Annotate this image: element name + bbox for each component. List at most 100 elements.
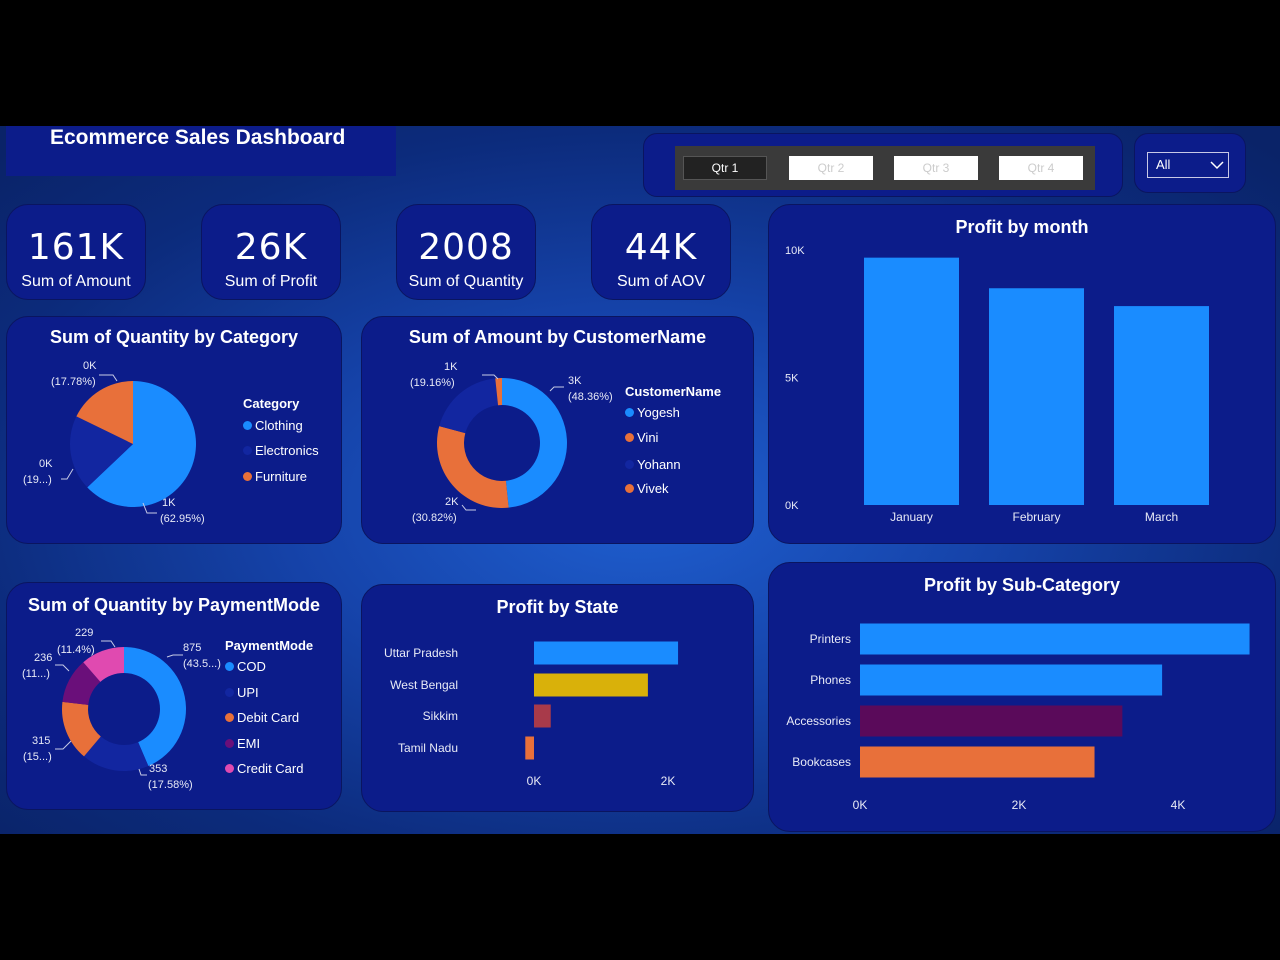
category-label: Phones [810,673,851,687]
legend-swatch [625,433,634,442]
data-label: 0K [39,458,53,470]
legend-item-yohann[interactable]: Yohann [625,457,681,472]
bar-bookcases[interactable] [860,746,1095,778]
legend-item-vini[interactable]: Vini [625,430,658,445]
leader-line [166,654,183,658]
data-label: 3K [568,375,582,387]
bar-sikkim[interactable] [534,704,551,728]
kpi-value: 44K [624,227,698,268]
amount-by-customer-panel: Sum of Amount by CustomerName CustomerNa… [361,316,754,544]
legend-item-upi[interactable]: UPI [225,685,259,700]
legend-item-vivek[interactable]: Vivek [625,481,669,496]
bar-phones[interactable] [860,664,1163,696]
bar-printers[interactable] [860,623,1250,655]
legend-swatch [225,662,234,671]
category-label: Sikkim [423,709,458,723]
data-label: (48.36%) [568,391,613,403]
bar-uttar-pradesh[interactable] [534,641,679,665]
legend-title: CustomerName [625,384,722,399]
kpi-label: Sum of AOV [616,273,706,290]
data-label: 875 [183,642,202,654]
dropdown-value: All [1156,157,1171,172]
profit-by-state-panel: Profit by State Uttar Pradesh West Bengal… [361,584,754,812]
legend-item-furniture[interactable]: Furniture [243,469,307,484]
data-label: (19...) [23,474,52,486]
bar-west-bengal[interactable] [534,673,648,697]
data-label: 315 [32,735,51,747]
data-label: (19.16%) [410,377,455,389]
legend-label: EMI [237,736,261,751]
legend-item-credit-card[interactable]: Credit Card [225,761,303,776]
data-label: 1K [162,497,176,509]
bar-january[interactable] [864,257,959,505]
legend-title: PaymentMode [225,638,314,653]
legend-swatch [625,484,634,493]
data-label: 1K [444,361,458,373]
data-label: (15...) [23,751,52,763]
leader-line [549,386,564,392]
quarter-slicer: Qtr 1 Qtr 2 Qtr 3 Qtr 4 [675,146,1095,190]
leader-line [138,768,147,776]
legend-label: Yogesh [637,405,680,420]
leader-line [55,740,72,750]
kpi-card-aov: 44K Sum of AOV [591,204,731,300]
qtr-1-button[interactable]: Qtr 1 [683,156,767,180]
qtr-2-button[interactable]: Qtr 2 [789,156,873,180]
x-tick-label: January [890,510,933,524]
data-label: (11...) [22,668,50,680]
profit-state-bar-chart: Uttar Pradesh West Bengal Sikkim Tamil Nadu… [384,641,679,788]
x-tick-label: 4K [1171,798,1186,812]
kpi-card-profit: 26K Sum of Profit [201,204,341,300]
category-label: Printers [810,632,851,646]
legend-swatch [243,472,252,481]
legend-item-debit-card[interactable]: Debit Card [225,710,299,725]
legend-label: Furniture [255,469,308,484]
bar-accessories[interactable] [860,705,1123,737]
data-label: 236 [34,652,53,664]
kpi-value: 26K [234,227,308,268]
legend-swatch [625,460,634,469]
slice-yogesh[interactable] [502,378,567,508]
x-tick-label: February [1012,510,1060,524]
legend-item-cod[interactable]: COD [225,659,266,674]
legend-item-emi[interactable]: EMI [225,736,260,751]
data-label: (30.82%) [412,512,457,524]
leader-line [61,468,74,480]
legend-swatch [243,446,252,455]
legend-item-electronics[interactable]: Electronics [243,443,319,458]
leader-line [55,664,70,672]
category-label: West Bengal [390,678,458,692]
data-label: 2K [445,496,459,508]
qtr-4-button[interactable]: Qtr 4 [999,156,1083,180]
legend-item-yogesh[interactable]: Yogesh [625,405,680,420]
legend-swatch [225,713,234,722]
data-label: (17.58%) [148,779,193,791]
legend-item-clothing[interactable]: Clothing [243,418,303,433]
y-tick-label: 0K [785,500,799,512]
title-banner: Ecommerce Sales Dashboard [6,126,396,176]
kpi-label: Sum of Profit [224,273,318,290]
bar-tamil-nadu[interactable] [525,736,534,760]
bar-march[interactable] [1114,306,1209,505]
qtr-3-button[interactable]: Qtr 3 [894,156,978,180]
legend-label: Credit Card [237,761,304,776]
data-label: 229 [75,627,94,639]
category-label: Bookcases [792,755,851,769]
legend-swatch [243,421,252,430]
filter-dropdown[interactable]: All [1147,152,1229,178]
x-tick-label: 0K [527,774,542,788]
profit-subcategory-bar-chart: Printers Phones Accessories Bookcases 0K 2K 4K [786,623,1250,812]
page-title: Ecommerce Sales Dashboard [50,126,346,149]
legend-swatch [225,764,234,773]
profit-by-subcategory-panel: Profit by Sub-Category Printers Phones Acc… [768,562,1276,832]
kpi-label: Sum of Quantity [408,273,524,290]
data-label: (17.78%) [51,376,96,388]
x-tick-label: 0K [853,798,868,812]
leader-line [461,504,476,511]
quantity-by-category-panel: Sum of Quantity by Category Category Clo… [6,316,342,544]
legend-label: Clothing [255,418,303,433]
legend-swatch [225,688,234,697]
legend-label: Debit Card [237,710,300,725]
category-label: Tamil Nadu [398,741,458,755]
bar-february[interactable] [989,288,1084,505]
